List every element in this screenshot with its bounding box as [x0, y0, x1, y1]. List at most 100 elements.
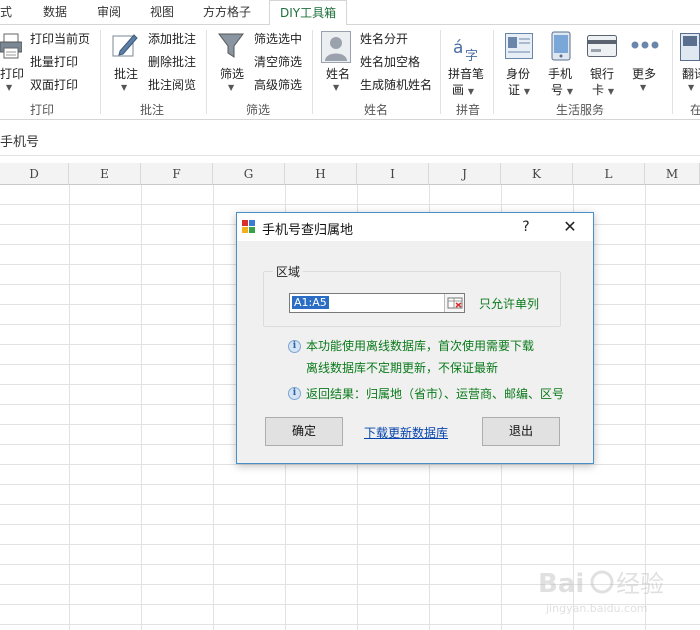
column-header-k[interactable]: K — [501, 163, 573, 185]
random-name-button[interactable]: 生成随机姓名 — [360, 74, 432, 96]
add-comment-button[interactable]: 添加批注 — [148, 28, 196, 50]
column-header-m[interactable]: M — [645, 163, 700, 185]
tab-formula[interactable]: 式 — [0, 0, 12, 25]
pinyin-stroke-button[interactable]: 拼音笔 — [448, 65, 484, 82]
filter-dropdown-caret[interactable]: ▼ — [228, 83, 234, 92]
group-label-filter: 筛选 — [246, 103, 271, 117]
mobile-phone-icon — [551, 31, 571, 64]
range-input[interactable]: A1:A5 — [289, 293, 465, 313]
offline-db-note-line2: 离线数据库不定期更新，不保证最新 — [306, 361, 499, 375]
comment-edit-icon — [110, 31, 140, 64]
person-icon — [321, 31, 351, 66]
more-dots-icon — [630, 39, 660, 54]
id-card-dropdown-caret[interactable]: ▼ — [524, 87, 530, 96]
dialog-title: 手机号查归属地 — [262, 223, 354, 238]
group-label-pinyin: 拼音 — [456, 103, 481, 117]
pinyin-stroke-button-line2[interactable]: 画 ▼ — [452, 81, 474, 98]
comment-dropdown-caret[interactable]: ▼ — [121, 83, 127, 92]
group-label-online: 在 — [690, 103, 700, 117]
tab-data[interactable]: 数据 — [43, 0, 67, 25]
range-picker-button[interactable] — [444, 294, 464, 312]
close-button[interactable]: ✕ — [557, 216, 583, 238]
svg-text:字: 字 — [465, 49, 478, 63]
group-separator — [312, 30, 313, 114]
printer-icon — [0, 33, 23, 62]
bank-card-button[interactable]: 银行 — [590, 65, 614, 82]
ribbon: 打印 ▼ 打印当前页 批量打印 双面打印 打印 批注 ▼ 添加批注 删除批注 批… — [0, 25, 700, 120]
single-column-hint: 只允许单列 — [479, 297, 540, 311]
tab-diy-toolbox[interactable]: DIY工具箱 — [269, 0, 348, 26]
range-input-value: A1:A5 — [292, 296, 329, 309]
mobile-phone-label-line2: 号 — [551, 83, 564, 97]
app-icon — [242, 220, 256, 237]
translate-icon — [680, 33, 700, 64]
id-card-icon — [505, 33, 533, 62]
delete-comment-button[interactable]: 删除批注 — [148, 51, 196, 73]
bank-card-button-line2[interactable]: 卡 ▼ — [592, 81, 614, 98]
tab-review[interactable]: 审阅 — [97, 0, 121, 25]
group-separator — [206, 30, 207, 114]
tab-view[interactable]: 视图 — [150, 0, 174, 25]
funnel-icon — [217, 31, 245, 64]
filter-selected-button[interactable]: 筛选选中 — [254, 28, 302, 50]
svg-text:Bai: Bai — [538, 569, 584, 599]
translate-dropdown-caret[interactable]: ▼ — [688, 83, 694, 92]
bank-card-label-line2: 卡 — [592, 83, 605, 97]
column-header-i[interactable]: I — [357, 163, 429, 185]
advanced-filter-button[interactable]: 高级筛选 — [254, 74, 302, 96]
split-name-button[interactable]: 姓名分开 — [360, 28, 408, 50]
download-database-link[interactable]: 下载更新数据库 — [364, 424, 448, 441]
group-label-print: 打印 — [30, 103, 55, 117]
pinyin-stroke-label-line2: 画 — [452, 83, 465, 97]
svg-text:经验: 经验 — [616, 570, 664, 598]
column-header-g[interactable]: G — [213, 163, 285, 185]
mobile-phone-dropdown-caret[interactable]: ▼ — [567, 87, 573, 96]
name-button[interactable]: 姓名 — [326, 65, 350, 82]
tab-fangfang[interactable]: 方方格子 — [203, 0, 251, 25]
offline-db-note-line1: 本功能使用离线数据库，首次使用需要下载 — [306, 339, 535, 353]
batch-print-button[interactable]: 批量打印 — [30, 51, 78, 73]
group-separator — [100, 30, 101, 114]
range-group-label: 区域 — [273, 263, 304, 280]
name-dropdown-caret[interactable]: ▼ — [333, 83, 339, 92]
duplex-print-button[interactable]: 双面打印 — [30, 74, 78, 96]
column-header-h[interactable]: H — [285, 163, 357, 185]
ribbon-tab-bar: 式 数据 审阅 视图 方方格子 DIY工具箱 — [0, 0, 700, 26]
translate-button[interactable]: 翻译 — [682, 65, 700, 82]
filter-button[interactable]: 筛选 — [220, 65, 244, 82]
column-header-l[interactable]: L — [573, 163, 645, 185]
mobile-phone-button-line2[interactable]: 号 ▼ — [551, 81, 573, 98]
name-add-space-button[interactable]: 姓名加空格 — [360, 51, 420, 73]
bank-card-dropdown-caret[interactable]: ▼ — [608, 87, 614, 96]
help-button[interactable]: ? — [515, 216, 537, 238]
print-button[interactable]: 打印 — [0, 65, 24, 82]
column-header-d[interactable]: D — [0, 163, 69, 185]
group-label-name: 姓名 — [364, 103, 389, 117]
id-card-button[interactable]: 身份 — [506, 65, 530, 82]
print-current-page-button[interactable]: 打印当前页 — [30, 28, 90, 50]
pinyin-icon: á 字 — [452, 33, 482, 66]
clear-filter-button[interactable]: 清空筛选 — [254, 51, 302, 73]
bank-card-icon — [587, 35, 617, 60]
review-comment-button[interactable]: 批注阅览 — [148, 74, 196, 96]
range-select-icon — [447, 297, 463, 309]
group-label-comment: 批注 — [140, 103, 165, 117]
comment-button[interactable]: 批注 — [114, 65, 138, 82]
column-header-j[interactable]: J — [429, 163, 501, 185]
info-icon: i — [288, 387, 301, 400]
exit-button[interactable]: 退出 — [482, 417, 560, 446]
id-card-button-line2[interactable]: 证 ▼ — [508, 81, 530, 98]
ok-button[interactable]: 确定 — [265, 417, 343, 446]
result-fields-note: 返回结果：归属地（省市）、运营商、邮编、区号 — [306, 387, 565, 401]
pinyin-dropdown-caret[interactable]: ▼ — [468, 87, 474, 96]
column-header-f[interactable]: F — [141, 163, 213, 185]
more-button[interactable]: 更多 — [632, 65, 656, 82]
info-icon: i — [288, 340, 301, 353]
name-box[interactable]: 手机号 — [0, 130, 700, 156]
mobile-phone-button[interactable]: 手机 — [548, 65, 572, 82]
svg-text:jingyan.baidu.com: jingyan.baidu.com — [545, 602, 648, 615]
id-card-label-line2: 证 — [508, 83, 521, 97]
more-dropdown-caret[interactable]: ▼ — [640, 83, 646, 92]
column-header-e[interactable]: E — [69, 163, 141, 185]
print-dropdown-caret[interactable]: ▼ — [6, 83, 12, 92]
